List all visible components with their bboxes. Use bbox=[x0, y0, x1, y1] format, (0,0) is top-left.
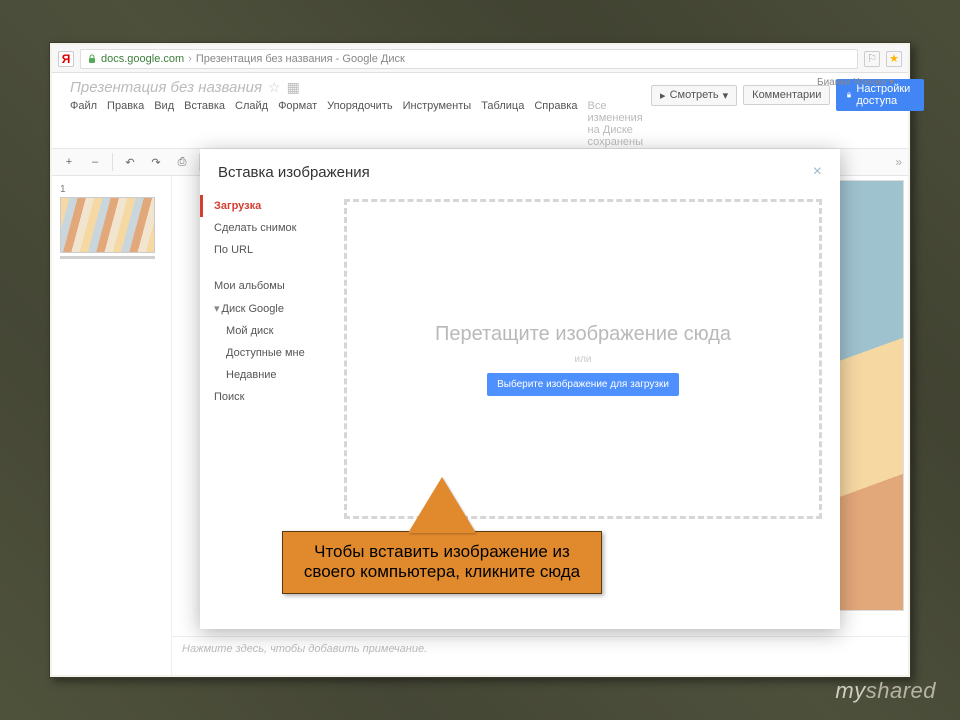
paint-format-button[interactable]: ⎙ bbox=[171, 152, 193, 172]
new-slide-button[interactable]: + bbox=[58, 152, 80, 172]
choose-file-button[interactable]: Выберите изображение для загрузки bbox=[487, 373, 679, 396]
address-bar: Я docs.google.com › Презентация без назв… bbox=[52, 45, 908, 73]
comments-button[interactable]: Комментарии bbox=[743, 85, 830, 105]
divider bbox=[112, 153, 113, 171]
save-status: Все изменения на Диске сохранены bbox=[588, 100, 644, 148]
close-button[interactable]: × bbox=[813, 163, 822, 181]
watermark-shared: shared bbox=[866, 678, 936, 703]
sidebar-drive-label: Диск Google bbox=[222, 303, 284, 315]
redo-button[interactable]: ↷ bbox=[145, 152, 167, 172]
callout-arrow-icon bbox=[408, 477, 476, 533]
menu-format[interactable]: Формат bbox=[278, 100, 317, 148]
folder-icon[interactable]: ▦ bbox=[287, 79, 300, 96]
sidebar-item-drive[interactable]: Диск Google bbox=[200, 297, 340, 320]
menu-edit[interactable]: Правка bbox=[107, 100, 144, 148]
tutorial-callout: Чтобы вставить изображение из своего ком… bbox=[282, 477, 602, 594]
lock-icon bbox=[846, 90, 852, 100]
remove-slide-button[interactable]: – bbox=[84, 152, 106, 172]
present-button[interactable]: ▸ Смотреть ▾ bbox=[651, 85, 737, 106]
menu-insert[interactable]: Вставка bbox=[184, 100, 225, 148]
url-domain: docs.google.com bbox=[101, 53, 184, 65]
doc-title[interactable]: Презентация без названия bbox=[70, 79, 262, 96]
menu-file[interactable]: Файл bbox=[70, 100, 97, 148]
menu-help[interactable]: Справка bbox=[534, 100, 577, 148]
slide-thumbnails: 1 bbox=[52, 176, 172, 675]
upload-dropzone[interactable]: Перетащите изображение сюда или Выберите… bbox=[344, 199, 822, 519]
sidebar-item-shared[interactable]: Доступные мне bbox=[200, 342, 340, 364]
watermark: myshared bbox=[835, 678, 936, 704]
thumb-number: 1 bbox=[60, 184, 163, 195]
collapse-panel-button[interactable]: » bbox=[895, 155, 902, 169]
user-menu[interactable]: Бианки Чтения ▾ bbox=[817, 77, 894, 88]
chevron-down-icon: ▾ bbox=[723, 89, 729, 102]
url-sep: › bbox=[188, 53, 192, 65]
dropzone-text: Перетащите изображение сюда bbox=[435, 323, 731, 346]
menu-bar: Файл Правка Вид Вставка Слайд Формат Упо… bbox=[70, 100, 643, 148]
slide-background-preview bbox=[834, 180, 904, 611]
lock-icon bbox=[87, 54, 97, 64]
sidebar-item-mydrive[interactable]: Мой диск bbox=[200, 320, 340, 342]
sidebar-item-search[interactable]: Поиск bbox=[200, 386, 340, 408]
present-label: Смотреть bbox=[670, 89, 719, 101]
menu-tools[interactable]: Инструменты bbox=[403, 100, 472, 148]
thumb-underline bbox=[60, 256, 155, 259]
favorite-star-icon[interactable]: ★ bbox=[886, 51, 902, 67]
dropzone-or: или bbox=[574, 354, 591, 365]
url-page-title: Презентация без названия - Google Диск bbox=[196, 53, 405, 65]
bookmark-flag-icon[interactable]: ⚐ bbox=[864, 51, 880, 67]
sidebar-item-url[interactable]: По URL bbox=[200, 239, 340, 261]
menu-table[interactable]: Таблица bbox=[481, 100, 524, 148]
dialog-title: Вставка изображения bbox=[218, 164, 370, 181]
menu-arrange[interactable]: Упорядочить bbox=[327, 100, 392, 148]
url-field[interactable]: docs.google.com › Презентация без назван… bbox=[80, 49, 858, 69]
menu-view[interactable]: Вид bbox=[154, 100, 174, 148]
callout-text: Чтобы вставить изображение из своего ком… bbox=[282, 531, 602, 594]
sidebar-item-upload[interactable]: Загрузка bbox=[200, 195, 340, 217]
watermark-my: my bbox=[835, 678, 865, 703]
slide-frame: Я docs.google.com › Презентация без назв… bbox=[49, 42, 911, 678]
doc-header: Презентация без названия ☆ ▦ Файл Правка… bbox=[52, 73, 908, 148]
menu-slide[interactable]: Слайд bbox=[235, 100, 268, 148]
yandex-logo[interactable]: Я bbox=[58, 51, 74, 67]
browser-window: Я docs.google.com › Презентация без назв… bbox=[52, 45, 908, 675]
sidebar-item-albums[interactable]: Мои альбомы bbox=[200, 275, 340, 297]
slide-thumbnail[interactable] bbox=[60, 197, 155, 253]
speaker-notes[interactable]: Нажмите здесь, чтобы добавить примечание… bbox=[172, 636, 908, 661]
sidebar-item-recent[interactable]: Недавние bbox=[200, 364, 340, 386]
sidebar-item-snapshot[interactable]: Сделать снимок bbox=[200, 217, 340, 239]
star-icon[interactable]: ☆ bbox=[268, 79, 281, 96]
play-icon: ▸ bbox=[660, 89, 666, 102]
undo-button[interactable]: ↶ bbox=[119, 152, 141, 172]
